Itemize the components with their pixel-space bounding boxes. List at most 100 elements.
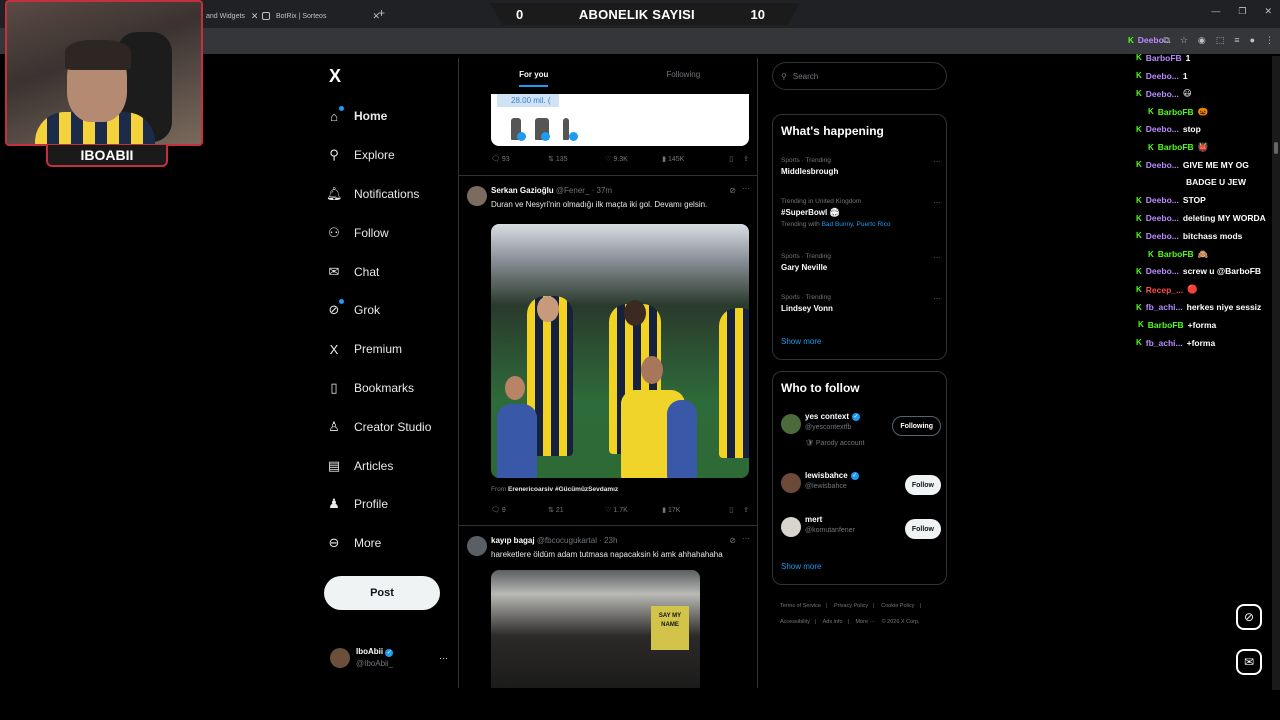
star-icon[interactable]: ☆ bbox=[1180, 35, 1188, 46]
follow-suggestion[interactable]: lewisbahce ✓ @lewisbahce Follow bbox=[781, 471, 941, 511]
reply-button[interactable]: 🗨︎ 93 bbox=[491, 155, 548, 163]
trend-item[interactable]: Trending in United Kingdom #SuperBowl 🏟 … bbox=[781, 198, 941, 228]
bookmark-icon[interactable]: ▯ bbox=[729, 155, 733, 163]
following-button[interactable]: Following bbox=[892, 416, 941, 436]
puzzle-icon[interactable]: ⬚ bbox=[1216, 35, 1225, 46]
views-button[interactable]: ▮ 145K bbox=[662, 155, 719, 163]
account-switcher[interactable]: IboAbii ✓ @IboAbii_ ··· bbox=[330, 644, 448, 672]
footer-link[interactable]: Ads info bbox=[823, 619, 843, 625]
avatar[interactable] bbox=[781, 414, 801, 434]
x-logo[interactable]: X bbox=[329, 66, 341, 87]
share-icon[interactable]: ⇪ bbox=[743, 155, 749, 163]
nav-item-home[interactable]: ⌂ Home bbox=[326, 97, 476, 136]
avatar[interactable] bbox=[781, 517, 801, 537]
footer-link[interactable]: Privacy Policy bbox=[834, 603, 868, 609]
mail-icon[interactable]: ✉ bbox=[1236, 649, 1262, 675]
list-icon[interactable]: ≡ bbox=[1234, 35, 1239, 46]
nav-item-more[interactable]: ⊖ More bbox=[326, 524, 476, 563]
tweet-media[interactable]: 28.00 mil. ( bbox=[491, 94, 749, 146]
more-dots-icon[interactable]: ··· bbox=[742, 534, 750, 543]
chat-username[interactable]: BarboFB bbox=[1148, 320, 1184, 330]
footer-link[interactable]: Accessibility bbox=[780, 619, 810, 625]
bookmark-icon[interactable]: ▯ bbox=[729, 506, 733, 514]
follow-suggestion[interactable]: mert @komutanfener Follow bbox=[781, 515, 941, 555]
chat-username[interactable]: BarboFB bbox=[1158, 142, 1194, 152]
tweet-video[interactable] bbox=[491, 224, 749, 478]
tweet-video[interactable]: SAY MY NAME bbox=[491, 570, 700, 688]
tweet[interactable]: Serkan Gazioğlu @Fener_ · 37m ⊘ ··· Dura… bbox=[459, 175, 757, 525]
new-tab-button[interactable]: + bbox=[378, 6, 385, 20]
avatar[interactable] bbox=[781, 473, 801, 493]
menu-icon[interactable]: ⋮ bbox=[1265, 35, 1274, 46]
show-more-link[interactable]: Show more bbox=[781, 337, 821, 346]
from-source[interactable]: Erenericoarsiv #GücümüzSevdamız bbox=[508, 486, 618, 493]
nav-item-creator-studio[interactable]: ♙ Creator Studio bbox=[326, 407, 476, 446]
extension-icon[interactable]: ◉ bbox=[1198, 35, 1206, 46]
chat-username[interactable]: fb_achi... bbox=[1146, 338, 1183, 348]
more-dots-icon[interactable]: ··· bbox=[933, 157, 941, 166]
trend-item[interactable]: Sports · Trending Gary Neville ··· bbox=[781, 253, 941, 272]
chat-username[interactable]: BarboFB bbox=[1158, 249, 1194, 259]
more-dots-icon[interactable]: ··· bbox=[933, 294, 941, 303]
chat-username[interactable]: Deebo... bbox=[1146, 124, 1179, 134]
tab-for-you[interactable]: For you bbox=[459, 58, 609, 94]
chat-username[interactable]: Deebo... bbox=[1146, 160, 1179, 170]
nav-item-grok[interactable]: ⊘ Grok bbox=[326, 291, 476, 330]
close-window-icon[interactable]: ✕ bbox=[1264, 6, 1272, 17]
search-input[interactable]: ⚲ Search bbox=[772, 62, 947, 90]
nav-item-profile[interactable]: ♟ Profile bbox=[326, 485, 476, 524]
chat-username[interactable]: Deebo... bbox=[1146, 231, 1179, 241]
footer-link[interactable]: Terms of Service bbox=[780, 603, 821, 609]
nav-item-bookmarks[interactable]: ▯ Bookmarks bbox=[326, 369, 476, 408]
author-handle[interactable]: @fbcocugukartal bbox=[537, 536, 597, 545]
more-dots-icon[interactable]: ··· bbox=[933, 198, 941, 207]
nav-item-premium[interactable]: X Premium bbox=[326, 330, 476, 369]
like-button[interactable]: ♡ 9.3K bbox=[605, 155, 662, 163]
follow-suggestion[interactable]: yes context ✓ @yescontextfb 🛡 Parody acco… bbox=[781, 412, 941, 452]
scrollbar-thumb[interactable] bbox=[1274, 142, 1278, 154]
browser-tab[interactable]: BotRix | Sorteos ✕ bbox=[254, 5, 388, 27]
profile-icon[interactable]: ● bbox=[1250, 35, 1255, 46]
views-button[interactable]: ▮ 17K bbox=[662, 506, 719, 514]
footer-link[interactable]: More ··· bbox=[855, 619, 875, 625]
chat-username[interactable]: fb_achi... bbox=[1146, 302, 1183, 312]
author-handle[interactable]: @Fener_ bbox=[556, 186, 589, 195]
chat-username[interactable]: Recep_... bbox=[1146, 285, 1183, 295]
avatar[interactable] bbox=[467, 536, 487, 556]
post-button[interactable]: Post bbox=[324, 576, 440, 610]
grok-icon[interactable]: ⊘ bbox=[729, 186, 736, 195]
chat-username[interactable]: Deebo... bbox=[1146, 71, 1179, 81]
chat-username[interactable]: Deebo... bbox=[1146, 213, 1179, 223]
show-more-link[interactable]: Show more bbox=[781, 562, 821, 571]
trend-with-links[interactable]: Bad Bunny, Puerto Rico bbox=[822, 221, 891, 228]
chat-username[interactable]: Deebo... bbox=[1146, 195, 1179, 205]
nav-item-articles[interactable]: ▤ Articles bbox=[326, 446, 476, 485]
more-dots-icon[interactable]: ··· bbox=[742, 184, 750, 193]
avatar[interactable] bbox=[467, 186, 487, 206]
maximize-icon[interactable]: ❐ bbox=[1238, 6, 1246, 17]
author-name[interactable]: kayıp bagaj bbox=[491, 536, 535, 545]
follow-button[interactable]: Follow bbox=[904, 519, 941, 539]
chat-username[interactable]: Deebo... bbox=[1146, 89, 1179, 99]
grok-icon[interactable]: ⊘ bbox=[1236, 604, 1262, 630]
like-button[interactable]: ♡ 1.7K bbox=[605, 506, 662, 514]
tweet[interactable]: kayıp bagaj @fbcocugukartal · 23h ⊘ ··· … bbox=[459, 525, 757, 688]
repost-button[interactable]: ⇅ 135 bbox=[548, 155, 605, 163]
chat-username[interactable]: BarboFB bbox=[1146, 53, 1182, 63]
scrollbar[interactable] bbox=[1272, 56, 1280, 690]
minimize-icon[interactable]: — bbox=[1211, 6, 1220, 17]
nav-item-notifications[interactable]: 🔔︎ Notifications bbox=[326, 175, 476, 214]
author-name[interactable]: Serkan Gazioğlu bbox=[491, 186, 554, 195]
trend-item[interactable]: Sports · Trending Lindsey Vonn ··· bbox=[781, 294, 941, 313]
reply-button[interactable]: 🗨︎ 9 bbox=[491, 506, 548, 514]
chat-username[interactable]: Deebo... bbox=[1138, 35, 1171, 45]
nav-item-explore[interactable]: ⚲ Explore bbox=[326, 136, 476, 175]
more-dots-icon[interactable]: ··· bbox=[933, 253, 941, 262]
more-dots-icon[interactable]: ··· bbox=[439, 653, 448, 663]
trend-item[interactable]: Sports · Trending Middlesbrough ··· bbox=[781, 157, 941, 176]
repost-button[interactable]: ⇅ 21 bbox=[548, 506, 605, 514]
follow-button[interactable]: Follow bbox=[904, 475, 941, 495]
footer-link[interactable]: Cookie Policy bbox=[881, 603, 914, 609]
grok-icon[interactable]: ⊘ bbox=[729, 536, 736, 545]
chat-username[interactable]: Deebo... bbox=[1146, 266, 1179, 276]
